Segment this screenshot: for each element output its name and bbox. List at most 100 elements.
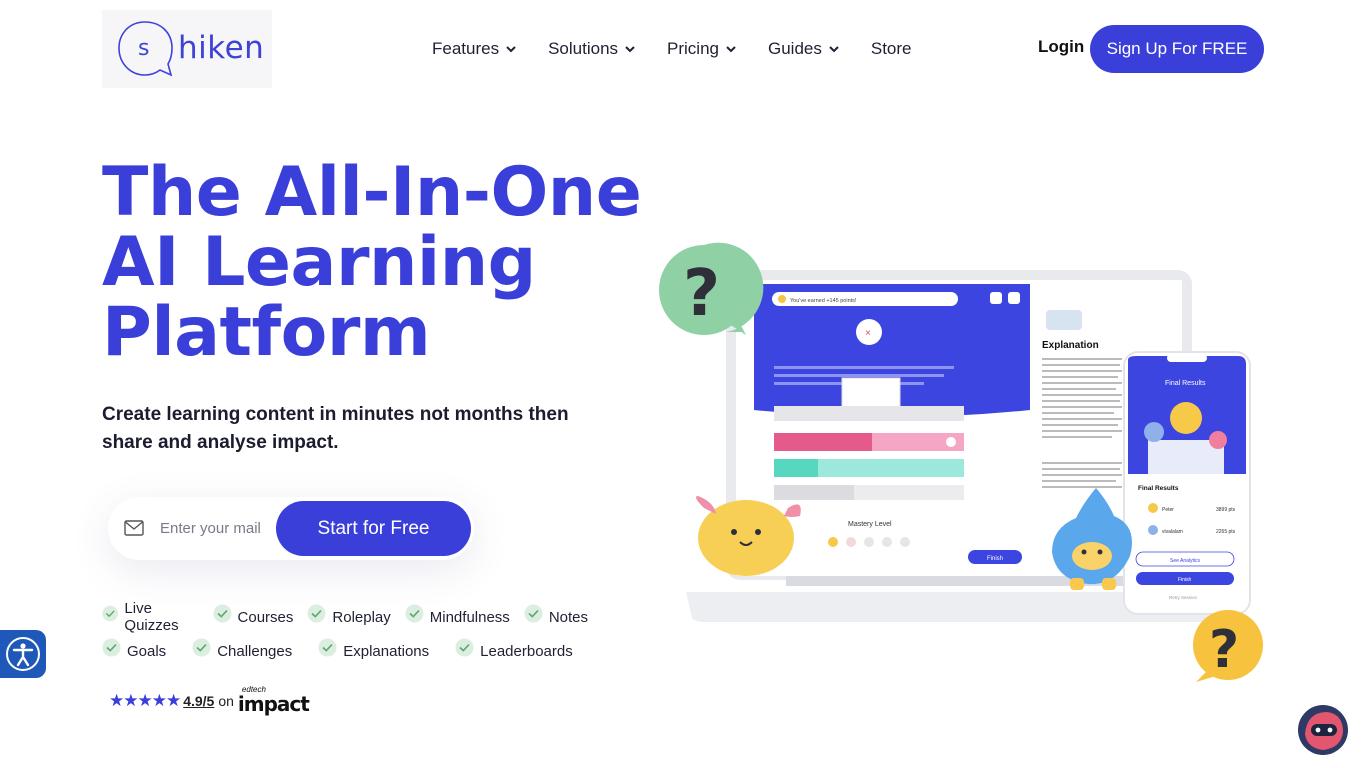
- feature-label: Goals: [127, 642, 167, 660]
- close-mark-icon: ×: [865, 328, 871, 339]
- feature-item: Courses: [213, 604, 293, 627]
- explanation-text-line: [1042, 436, 1112, 438]
- blue-monster-face: [1072, 542, 1112, 570]
- nav-pricing[interactable]: Pricing: [667, 36, 736, 62]
- check-icon: [192, 638, 211, 656]
- check-icon: [455, 638, 474, 656]
- feature-item: Leaderboards: [455, 638, 573, 661]
- chevron-down-icon: [829, 46, 839, 53]
- nav-guides[interactable]: Guides: [768, 36, 839, 62]
- explanation-text-line: [1042, 376, 1118, 378]
- rating-stars: ★★★★★: [109, 691, 181, 710]
- explanation-image: [1046, 310, 1082, 330]
- question-text-line: [774, 366, 954, 369]
- option-c-fill: [774, 459, 818, 477]
- explanation-text-line: [1042, 486, 1122, 488]
- nav-store[interactable]: Store: [871, 36, 912, 62]
- second-avatar: [1144, 422, 1164, 442]
- option-a: [774, 406, 964, 421]
- explanation-text-line: [1042, 394, 1122, 396]
- explanation-text-line: [1042, 388, 1116, 390]
- option-d-fill: [774, 485, 854, 500]
- explanation-title: Explanation: [1042, 340, 1099, 351]
- hero-title-line-3: Platform: [102, 293, 431, 372]
- login-link[interactable]: Login: [1038, 37, 1084, 57]
- explanation-text-line: [1042, 424, 1118, 426]
- phone-finish-label: Finish: [1178, 577, 1192, 583]
- chevron-down-icon: [506, 46, 516, 53]
- explanation-text-line: [1042, 430, 1122, 432]
- email-input[interactable]: [160, 513, 272, 543]
- player-name: Peter: [1162, 507, 1174, 513]
- feature-label: Leaderboards: [480, 642, 573, 660]
- sign-up-button[interactable]: Sign Up For FREE: [1090, 25, 1264, 73]
- explanation-text-line: [1042, 370, 1122, 372]
- rating-badge[interactable]: ★★★★★ 4.9/5 on edtech impact: [109, 685, 310, 716]
- hero-subtitle: Create learning content in minutes not m…: [102, 404, 569, 453]
- check-icon: [213, 604, 232, 622]
- nav-label: Solutions: [548, 39, 619, 58]
- nav-solutions[interactable]: Solutions: [548, 36, 635, 62]
- monster-foot: [1102, 578, 1116, 590]
- player-score: 2265 pts: [1216, 529, 1236, 535]
- chevron-down-icon: [726, 46, 736, 53]
- rating-on-text: on: [218, 693, 234, 709]
- check-icon: [307, 604, 326, 622]
- logo-text: hiken: [178, 30, 265, 66]
- monster-eye: [1097, 549, 1103, 555]
- chat-bot-avatar-icon[interactable]: [1297, 704, 1349, 756]
- main-nav: Features Solutions Pricing Guides Store: [432, 36, 944, 62]
- shiken-logo[interactable]: s hiken: [102, 10, 272, 88]
- feature-item: Explanations: [318, 638, 429, 661]
- feature-item: Mindfulness: [405, 604, 510, 627]
- feature-row: Live Quizzes Courses Roleplay Mindfulnes…: [102, 600, 602, 634]
- impact-label: impact: [237, 692, 310, 716]
- explanation-text-line: [1042, 480, 1116, 482]
- mastery-bulb: [900, 537, 910, 547]
- hero-title-line-2: AI Learning: [102, 223, 536, 302]
- coin-icon: [778, 295, 786, 303]
- player-avatar: [1148, 503, 1158, 513]
- winner-avatar: [1170, 402, 1202, 434]
- mail-icon: [124, 520, 144, 536]
- explanation-text-line: [1042, 400, 1120, 402]
- feature-row: Goals Challenges Explanations Leaderboar…: [102, 634, 602, 668]
- feature-item: Goals: [102, 638, 167, 661]
- nav-features[interactable]: Features: [432, 36, 516, 62]
- retry-label: Retry Session: [1169, 595, 1198, 600]
- mastery-bulb: [882, 537, 892, 547]
- feature-label: Notes: [548, 608, 588, 626]
- check-icon: [524, 604, 543, 622]
- player-score: 3899 pts: [1216, 507, 1236, 513]
- mastery-label: Mastery Level: [848, 521, 892, 528]
- monster-horn: [696, 496, 716, 514]
- phone-notch: [1167, 354, 1207, 362]
- hero-title: The All-In-One AI Learning Platform: [102, 158, 662, 368]
- explanation-text-line: [1042, 418, 1122, 420]
- feature-item: Live Quizzes: [102, 600, 199, 634]
- player-avatar: [1148, 525, 1158, 535]
- explanation-text-line: [1042, 462, 1122, 464]
- third-avatar: [1209, 431, 1227, 449]
- question-mark-icon: ?: [1209, 620, 1239, 680]
- toast-text: You've earned +145 points!: [790, 298, 857, 304]
- option-b-fill: [774, 433, 872, 451]
- finish-label: Finish: [987, 556, 1003, 562]
- see-analytics-label: See Analytics: [1170, 558, 1201, 564]
- feature-item: Challenges: [192, 638, 292, 661]
- feature-label: Roleplay: [332, 608, 391, 626]
- mastery-bulb: [864, 537, 874, 547]
- feature-item: Notes: [524, 604, 588, 627]
- bookmark-icon: [990, 292, 1002, 304]
- flag-icon: [1008, 292, 1020, 304]
- monster-eye: [1081, 549, 1087, 555]
- logo-letter: s: [138, 36, 150, 61]
- edtech-impact-logo: edtech impact: [238, 685, 310, 716]
- explanation-text-line: [1042, 364, 1120, 366]
- start-for-free-button[interactable]: Start for Free: [276, 501, 471, 556]
- check-icon: [405, 604, 424, 622]
- accessibility-button[interactable]: [0, 630, 46, 678]
- check-icon: [102, 638, 121, 656]
- explanation-text-line: [1042, 412, 1114, 414]
- monster-eye: [731, 529, 737, 535]
